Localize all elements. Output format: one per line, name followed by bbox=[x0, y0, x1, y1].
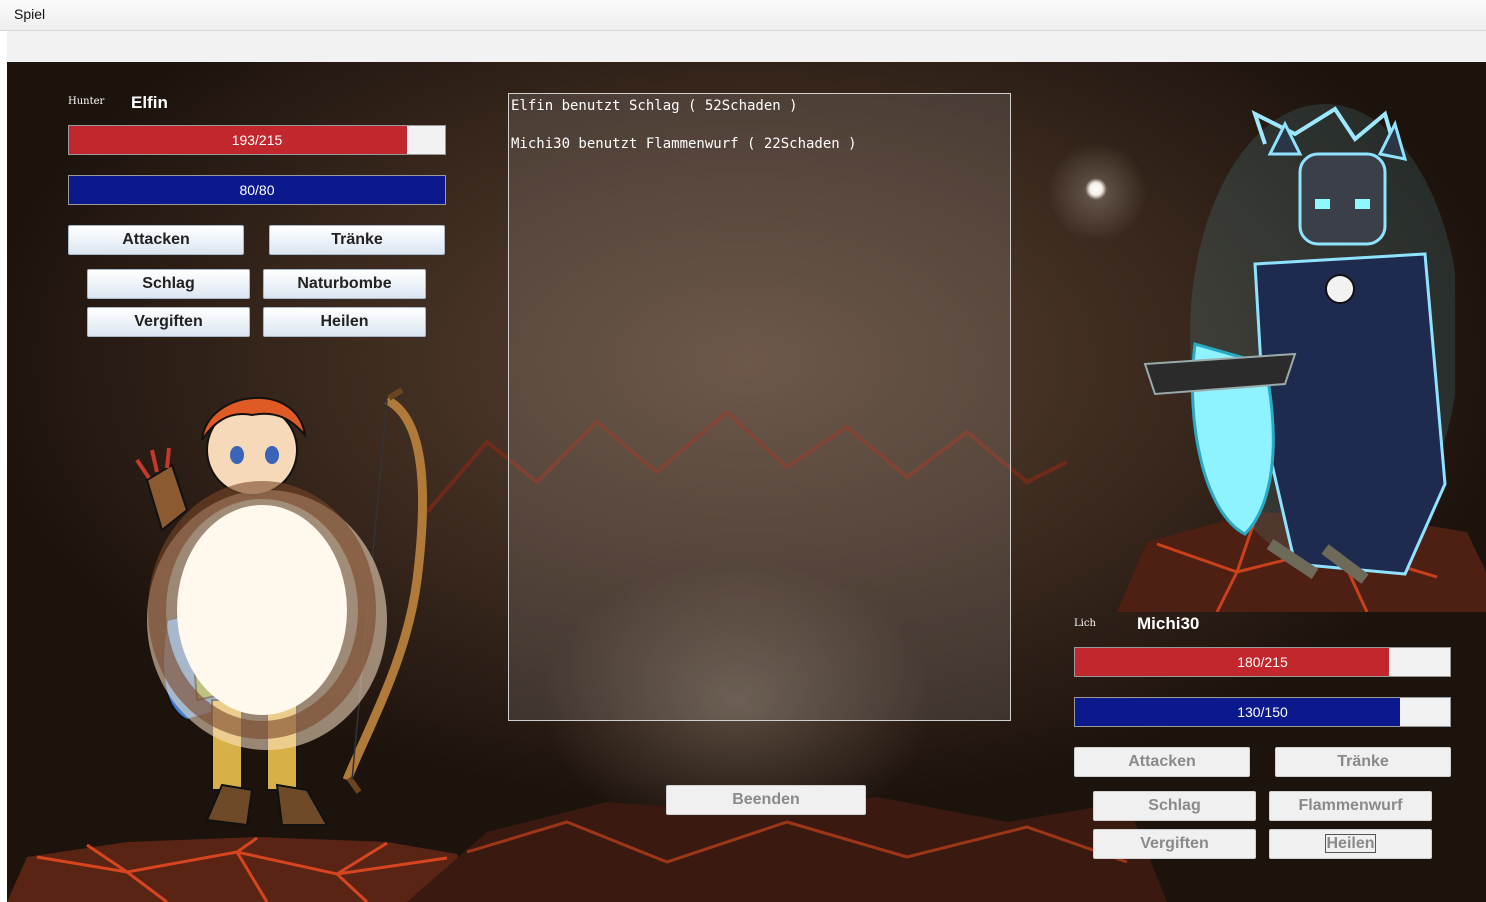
enemy-lich-sprite bbox=[1143, 104, 1455, 584]
enemy-heal-label: Heilen bbox=[1325, 834, 1376, 853]
menu-spiel[interactable]: Spiel bbox=[8, 6, 51, 22]
toolbar-strip bbox=[7, 31, 1486, 62]
player-class-label: Hunter bbox=[68, 96, 105, 107]
moon bbox=[1085, 178, 1107, 200]
enemy-attack-button[interactable]: Attacken bbox=[1074, 747, 1250, 777]
player-strike-button[interactable]: Schlag bbox=[87, 269, 250, 299]
battle-log-line: Michi30 benutzt Flammenwurf ( 22Schaden … bbox=[511, 136, 857, 152]
player-attack-button[interactable]: Attacken bbox=[68, 225, 244, 255]
battle-log-line: Elfin benutzt Schlag ( 52Schaden ) bbox=[511, 98, 798, 114]
enemy-poison-button[interactable]: Vergiften bbox=[1093, 829, 1256, 859]
enemy-hp-bar: 180/215 bbox=[1074, 647, 1451, 677]
menu-bar: Spiel bbox=[0, 0, 1486, 31]
enemy-potions-button[interactable]: Tränke bbox=[1275, 747, 1451, 777]
player-hp-text: 193/215 bbox=[231, 132, 283, 148]
enemy-class-label: Lich bbox=[1074, 618, 1096, 629]
player-poison-button[interactable]: Vergiften bbox=[87, 307, 250, 337]
player-heal-button[interactable]: Heilen bbox=[263, 307, 426, 337]
battle-log-panel: Elfin benutzt Schlag ( 52Schaden ) Michi… bbox=[508, 93, 1011, 721]
enemy-name: Michi30 bbox=[1137, 614, 1200, 633]
enemy-strike-button[interactable]: Schlag bbox=[1093, 791, 1256, 821]
player-name: Elfin bbox=[131, 93, 168, 112]
enemy-mana-text: 130/150 bbox=[1237, 704, 1288, 720]
player-mana-bar: 80/80 bbox=[68, 175, 446, 205]
battle-arena: Hunter Elfin 193/215 80/80 Attacken Trän… bbox=[7, 62, 1486, 902]
rock-bottom-center bbox=[407, 797, 1167, 902]
player-nature-bomb-button[interactable]: Naturbombe bbox=[263, 269, 426, 299]
player-mana-text: 80/80 bbox=[239, 182, 275, 198]
player-hp-bar: 193/215 bbox=[68, 125, 446, 155]
enemy-mana-bar: 130/150 bbox=[1074, 697, 1451, 727]
enemy-heal-button[interactable]: Heilen bbox=[1269, 829, 1432, 859]
enemy-flame-throw-button[interactable]: Flammenwurf bbox=[1269, 791, 1432, 821]
enemy-hp-text: 180/215 bbox=[1237, 654, 1288, 670]
end-game-button[interactable]: Beenden bbox=[666, 785, 866, 815]
player-potions-button[interactable]: Tränke bbox=[269, 225, 445, 255]
player-hunter-sprite bbox=[135, 387, 428, 827]
